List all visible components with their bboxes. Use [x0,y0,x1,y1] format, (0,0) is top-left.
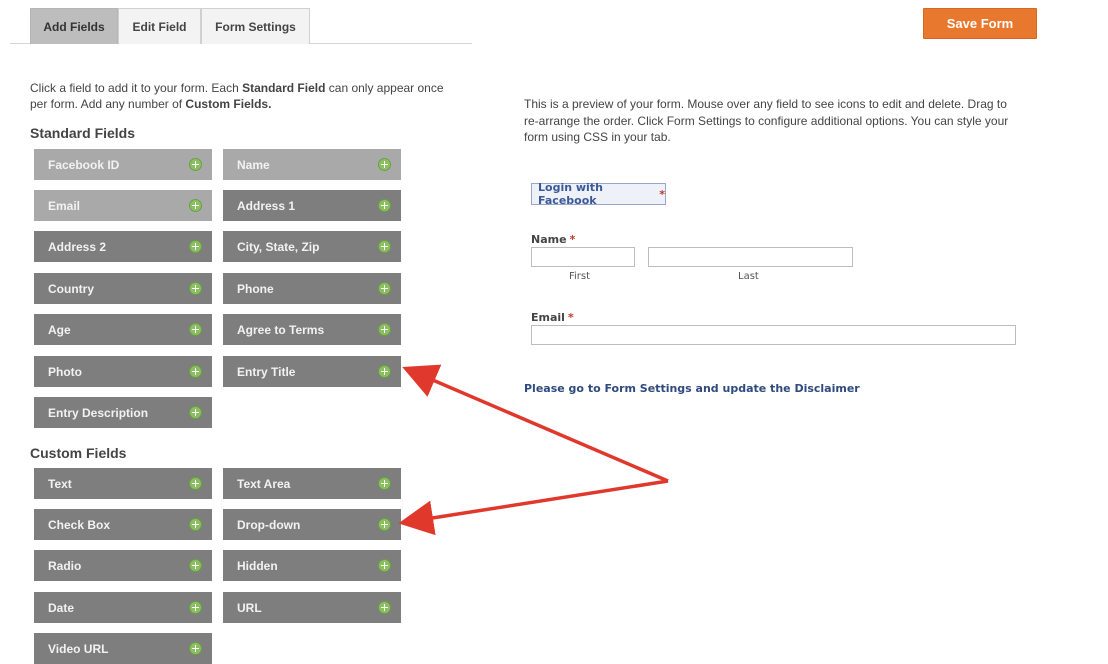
arrow-to-drop-down [398,479,669,536]
arrow-to-entry-title [402,364,669,483]
annotation-arrows [398,364,669,536]
